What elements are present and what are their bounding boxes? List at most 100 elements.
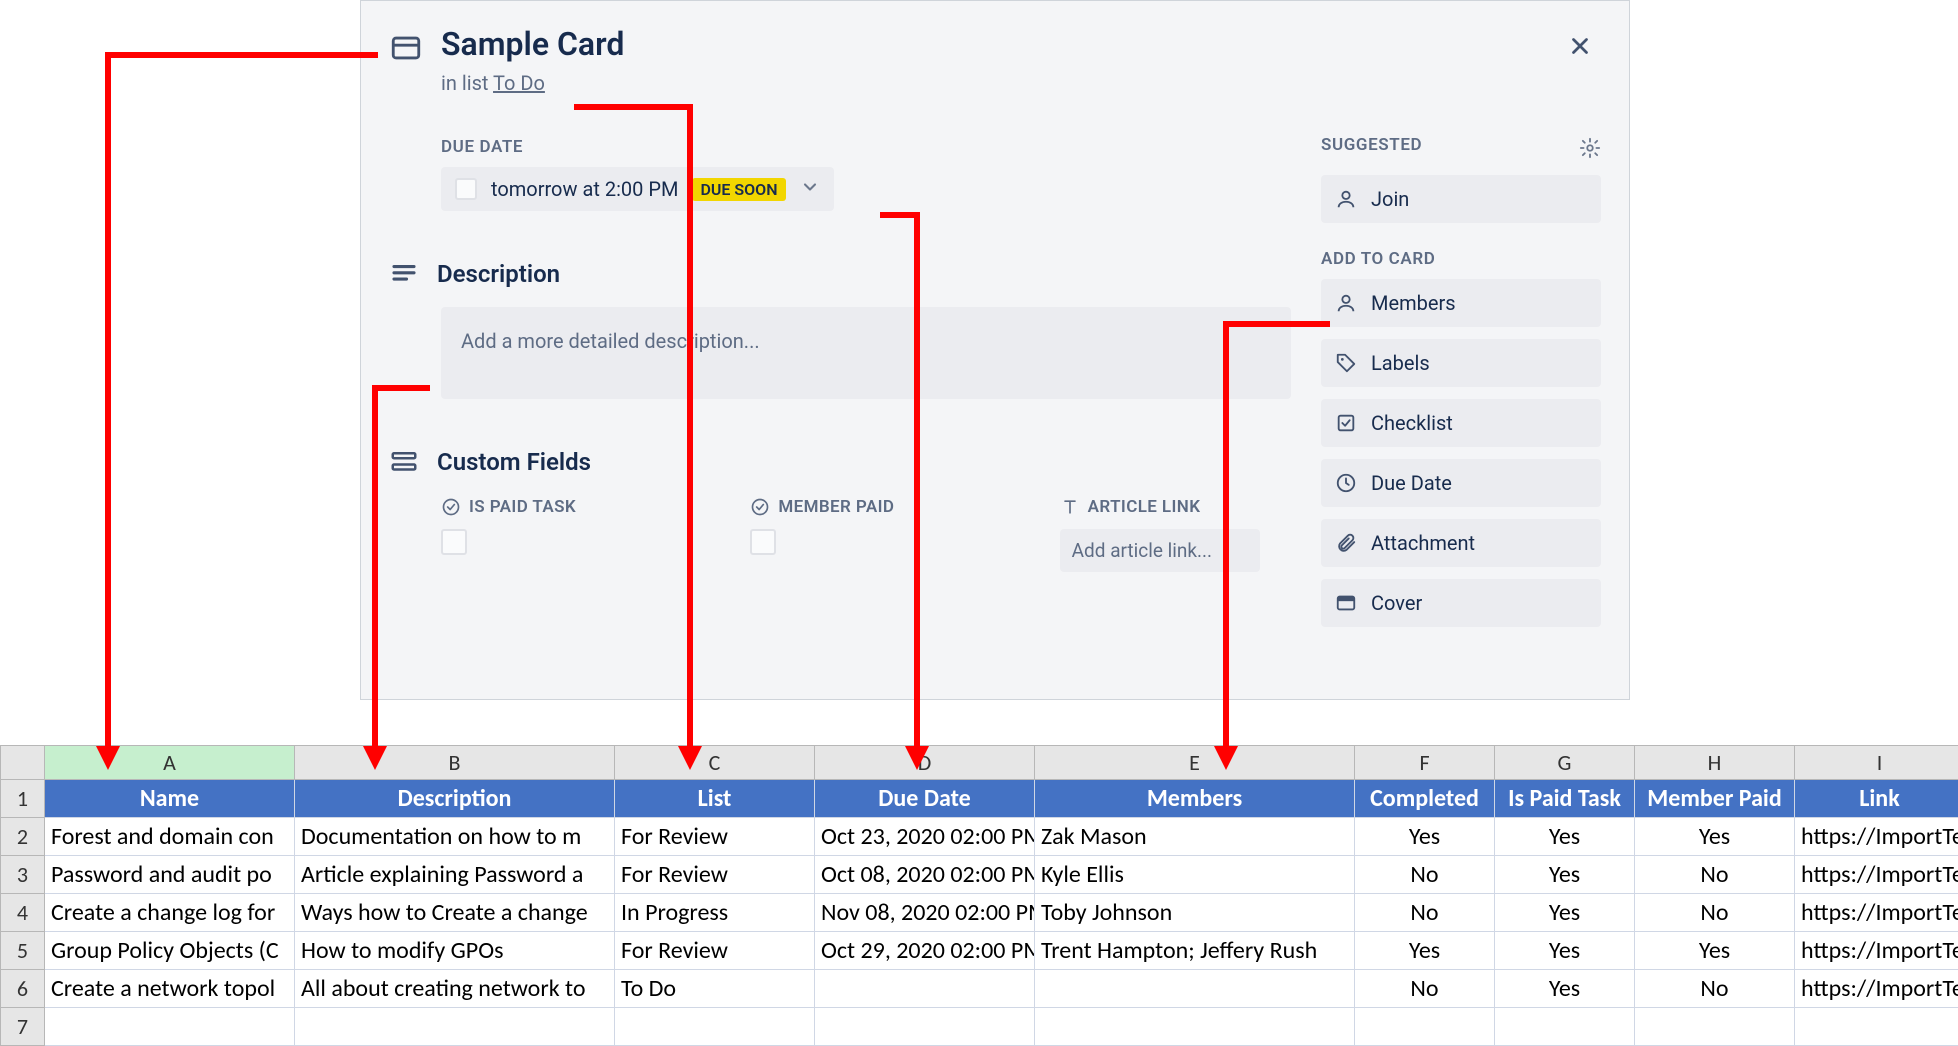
labels-button[interactable]: Labels: [1321, 339, 1601, 387]
row-number[interactable]: 1: [1, 780, 45, 818]
table-cell[interactable]: Yes: [1355, 818, 1495, 856]
table-cell[interactable]: Trent Hampton; Jeffery Rush: [1035, 932, 1355, 970]
table-cell[interactable]: Ways how to Create a change: [295, 894, 615, 932]
table-cell[interactable]: Yes: [1495, 856, 1635, 894]
table-cell[interactable]: Oct 23, 2020 02:00 PM: [815, 818, 1035, 856]
table-cell[interactable]: Yes: [1495, 818, 1635, 856]
chevron-down-icon: [800, 177, 820, 201]
table-cell[interactable]: No: [1635, 970, 1795, 1008]
table-cell[interactable]: [1035, 970, 1355, 1008]
table-cell[interactable]: Nov 08, 2020 02:00 PM: [815, 894, 1035, 932]
table-cell[interactable]: Yes: [1495, 894, 1635, 932]
table-cell[interactable]: [615, 1008, 815, 1046]
table-cell[interactable]: [1495, 1008, 1635, 1046]
description-input[interactable]: Add a more detailed description...: [441, 307, 1291, 399]
row-number[interactable]: 5: [1, 932, 45, 970]
table-cell[interactable]: Create a change log for: [45, 894, 295, 932]
table-cell[interactable]: Create a network topol: [45, 970, 295, 1008]
table-header-cell[interactable]: Link: [1795, 780, 1958, 818]
description-heading: Description: [437, 260, 560, 288]
column-header-E[interactable]: E: [1035, 746, 1355, 780]
column-header-B[interactable]: B: [295, 746, 615, 780]
table-cell[interactable]: Forest and domain con: [45, 818, 295, 856]
table-cell[interactable]: [815, 970, 1035, 1008]
table-cell[interactable]: To Do: [615, 970, 815, 1008]
column-header-A[interactable]: A: [45, 746, 295, 780]
table-cell[interactable]: Documentation on how to m: [295, 818, 615, 856]
column-header-F[interactable]: F: [1355, 746, 1495, 780]
table-header-cell[interactable]: Member Paid: [1635, 780, 1795, 818]
table-cell[interactable]: [1035, 1008, 1355, 1046]
table-cell[interactable]: Zak Mason: [1035, 818, 1355, 856]
table-cell[interactable]: Yes: [1495, 932, 1635, 970]
card-list-subtitle: in list To Do: [441, 71, 1309, 95]
table-cell[interactable]: Yes: [1635, 932, 1795, 970]
table-cell[interactable]: [295, 1008, 615, 1046]
card-title[interactable]: Sample Card: [441, 25, 624, 63]
table-cell[interactable]: Yes: [1355, 932, 1495, 970]
table-cell[interactable]: All about creating network to: [295, 970, 615, 1008]
table-cell[interactable]: Password and audit po: [45, 856, 295, 894]
table-cell[interactable]: Toby Johnson: [1035, 894, 1355, 932]
table-cell[interactable]: https://ImportTe: [1795, 894, 1958, 932]
due-date-pill[interactable]: tomorrow at 2:00 PM DUE SOON: [441, 167, 834, 211]
table-cell[interactable]: No: [1355, 856, 1495, 894]
table-header-cell[interactable]: List: [615, 780, 815, 818]
cover-button[interactable]: Cover: [1321, 579, 1601, 627]
table-cell[interactable]: No: [1635, 856, 1795, 894]
row-number[interactable]: 6: [1, 970, 45, 1008]
column-header-C[interactable]: C: [615, 746, 815, 780]
row-number[interactable]: 7: [1, 1008, 45, 1046]
due-complete-checkbox[interactable]: [455, 178, 477, 200]
table-cell[interactable]: Article explaining Password a: [295, 856, 615, 894]
row-number[interactable]: 3: [1, 856, 45, 894]
table-cell[interactable]: No: [1355, 970, 1495, 1008]
table-cell[interactable]: Group Policy Objects (C: [45, 932, 295, 970]
table-cell[interactable]: Yes: [1495, 970, 1635, 1008]
table-header-cell[interactable]: Completed: [1355, 780, 1495, 818]
row-number[interactable]: 2: [1, 818, 45, 856]
table-cell[interactable]: Oct 29, 2020 02:00 PM: [815, 932, 1035, 970]
column-header-I[interactable]: I: [1795, 746, 1958, 780]
table-cell[interactable]: https://ImportTe: [1795, 818, 1958, 856]
table-cell[interactable]: No: [1355, 894, 1495, 932]
due-date-button[interactable]: Due Date: [1321, 459, 1601, 507]
cf-is-paid-checkbox[interactable]: [441, 529, 467, 555]
table-cell[interactable]: Kyle Ellis: [1035, 856, 1355, 894]
members-button[interactable]: Members: [1321, 279, 1601, 327]
table-header-cell[interactable]: Name: [45, 780, 295, 818]
table-header-cell[interactable]: Due Date: [815, 780, 1035, 818]
column-header-D[interactable]: D: [815, 746, 1035, 780]
table-cell[interactable]: [1355, 1008, 1495, 1046]
cf-article-link-input[interactable]: Add article link...: [1060, 529, 1260, 572]
table-cell[interactable]: [1635, 1008, 1795, 1046]
table-cell[interactable]: For Review: [615, 932, 815, 970]
table-cell[interactable]: https://ImportTe: [1795, 932, 1958, 970]
attachment-button[interactable]: Attachment: [1321, 519, 1601, 567]
person-icon: [1335, 292, 1357, 314]
suggested-settings-button[interactable]: [1579, 137, 1601, 163]
table-cell[interactable]: [815, 1008, 1035, 1046]
table-cell[interactable]: https://ImportTe: [1795, 856, 1958, 894]
table-cell[interactable]: In Progress: [615, 894, 815, 932]
table-cell[interactable]: Yes: [1635, 818, 1795, 856]
close-button[interactable]: [1559, 25, 1601, 67]
table-header-cell[interactable]: Is Paid Task: [1495, 780, 1635, 818]
list-link[interactable]: To Do: [493, 71, 545, 95]
table-cell[interactable]: Oct 08, 2020 02:00 PM: [815, 856, 1035, 894]
table-cell[interactable]: [1795, 1008, 1958, 1046]
cf-member-paid-checkbox[interactable]: [750, 529, 776, 555]
table-cell[interactable]: https://ImportTe: [1795, 970, 1958, 1008]
table-cell[interactable]: For Review: [615, 818, 815, 856]
checklist-button[interactable]: Checklist: [1321, 399, 1601, 447]
table-cell[interactable]: How to modify GPOs: [295, 932, 615, 970]
column-header-H[interactable]: H: [1635, 746, 1795, 780]
table-cell[interactable]: For Review: [615, 856, 815, 894]
table-cell[interactable]: [45, 1008, 295, 1046]
table-header-cell[interactable]: Members: [1035, 780, 1355, 818]
row-number[interactable]: 4: [1, 894, 45, 932]
join-button[interactable]: Join: [1321, 175, 1601, 223]
table-header-cell[interactable]: Description: [295, 780, 615, 818]
column-header-G[interactable]: G: [1495, 746, 1635, 780]
table-cell[interactable]: No: [1635, 894, 1795, 932]
